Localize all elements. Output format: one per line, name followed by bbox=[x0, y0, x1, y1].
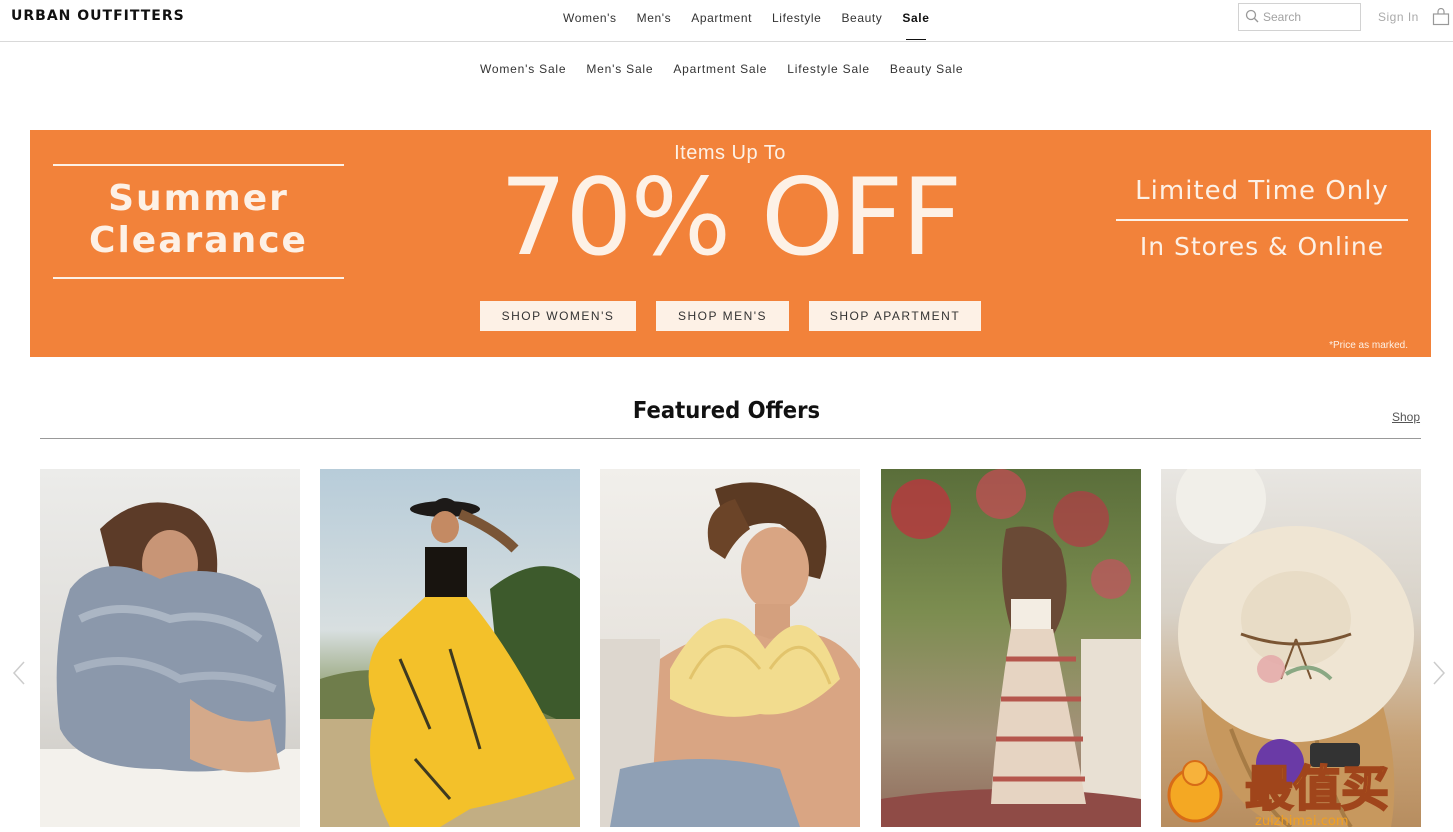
product-image-boho-skirt bbox=[881, 469, 1141, 827]
banner-right-line1: Limited Time Only bbox=[1135, 176, 1389, 206]
product-image-maxi-skirt bbox=[320, 498, 580, 827]
featured-divider bbox=[40, 438, 1421, 439]
banner-right-block: Limited Time Only In Stores & Online bbox=[1116, 175, 1408, 263]
carousel-next-icon[interactable] bbox=[1432, 660, 1446, 686]
nav-womens[interactable]: Women's bbox=[553, 10, 627, 40]
site-logo[interactable]: URBAN OUTFITTERS bbox=[11, 8, 185, 24]
featured-offers-title: Featured Offers bbox=[632, 398, 821, 424]
banner-right-line2: In Stores & Online bbox=[1139, 232, 1385, 261]
search-box[interactable] bbox=[1238, 3, 1361, 31]
nav-apartment[interactable]: Apartment bbox=[681, 10, 762, 40]
product-image-lace-bralette bbox=[600, 482, 860, 827]
product-tile-boho-skirt[interactable] bbox=[881, 469, 1141, 827]
product-tile-maxi-skirt[interactable] bbox=[320, 469, 580, 827]
subnav-apartment-sale[interactable]: Apartment Sale bbox=[663, 62, 777, 76]
shopping-bag-icon[interactable] bbox=[1432, 8, 1450, 26]
subnav-lifestyle-sale[interactable]: Lifestyle Sale bbox=[777, 62, 880, 76]
featured-shop-link[interactable]: Shop bbox=[1392, 410, 1420, 424]
carousel-prev-icon[interactable] bbox=[12, 660, 26, 686]
banner-fine-print: *Price as marked. bbox=[1329, 340, 1408, 351]
summer-clearance-banner[interactable]: Summer Clearance Items Up To 70% OFF Lim… bbox=[30, 130, 1431, 357]
watermark-text: 最值买 bbox=[1245, 761, 1389, 817]
watermark-subtext: zuizhimai.com bbox=[1255, 814, 1349, 827]
watermark-logo: 最值买 zuizhimai.com bbox=[1167, 739, 1390, 829]
site-header: URBAN OUTFITTERS Women's Men's Apartment… bbox=[0, 0, 1453, 42]
banner-discount: 70% OFF bbox=[499, 156, 963, 279]
banner-divider bbox=[1116, 219, 1408, 221]
product-image-blanket bbox=[40, 502, 300, 827]
shop-apartment-button[interactable]: SHOP APARTMENT bbox=[809, 301, 981, 331]
summer-clearance-block: Summer Clearance bbox=[53, 164, 344, 279]
site-watermark: 最值买 zuizhimai.com bbox=[1165, 735, 1453, 829]
search-input[interactable] bbox=[1263, 8, 1353, 26]
nav-beauty[interactable]: Beauty bbox=[831, 10, 892, 40]
search-icon bbox=[1245, 9, 1259, 23]
shop-mens-button[interactable]: SHOP MEN'S bbox=[656, 301, 789, 331]
subnav-womens-sale[interactable]: Women's Sale bbox=[470, 62, 576, 76]
nav-lifestyle[interactable]: Lifestyle bbox=[762, 10, 831, 40]
subnav-beauty-sale[interactable]: Beauty Sale bbox=[880, 62, 974, 76]
product-tile-lace-bralette[interactable] bbox=[600, 469, 860, 827]
product-tile-blanket[interactable] bbox=[40, 469, 300, 827]
banner-left-line2: Clearance bbox=[89, 220, 308, 261]
subnav-mens-sale[interactable]: Men's Sale bbox=[576, 62, 663, 76]
nav-mens[interactable]: Men's bbox=[627, 10, 682, 40]
nav-sale[interactable]: Sale bbox=[892, 10, 939, 40]
sign-in-link[interactable]: Sign In bbox=[1378, 10, 1419, 24]
sale-subnav: Women's Sale Men's Sale Apartment Sale L… bbox=[470, 62, 973, 76]
shop-womens-button[interactable]: SHOP WOMEN'S bbox=[480, 301, 636, 331]
banner-left-line1: Summer bbox=[108, 178, 289, 219]
main-nav: Women's Men's Apartment Lifestyle Beauty… bbox=[553, 10, 940, 40]
